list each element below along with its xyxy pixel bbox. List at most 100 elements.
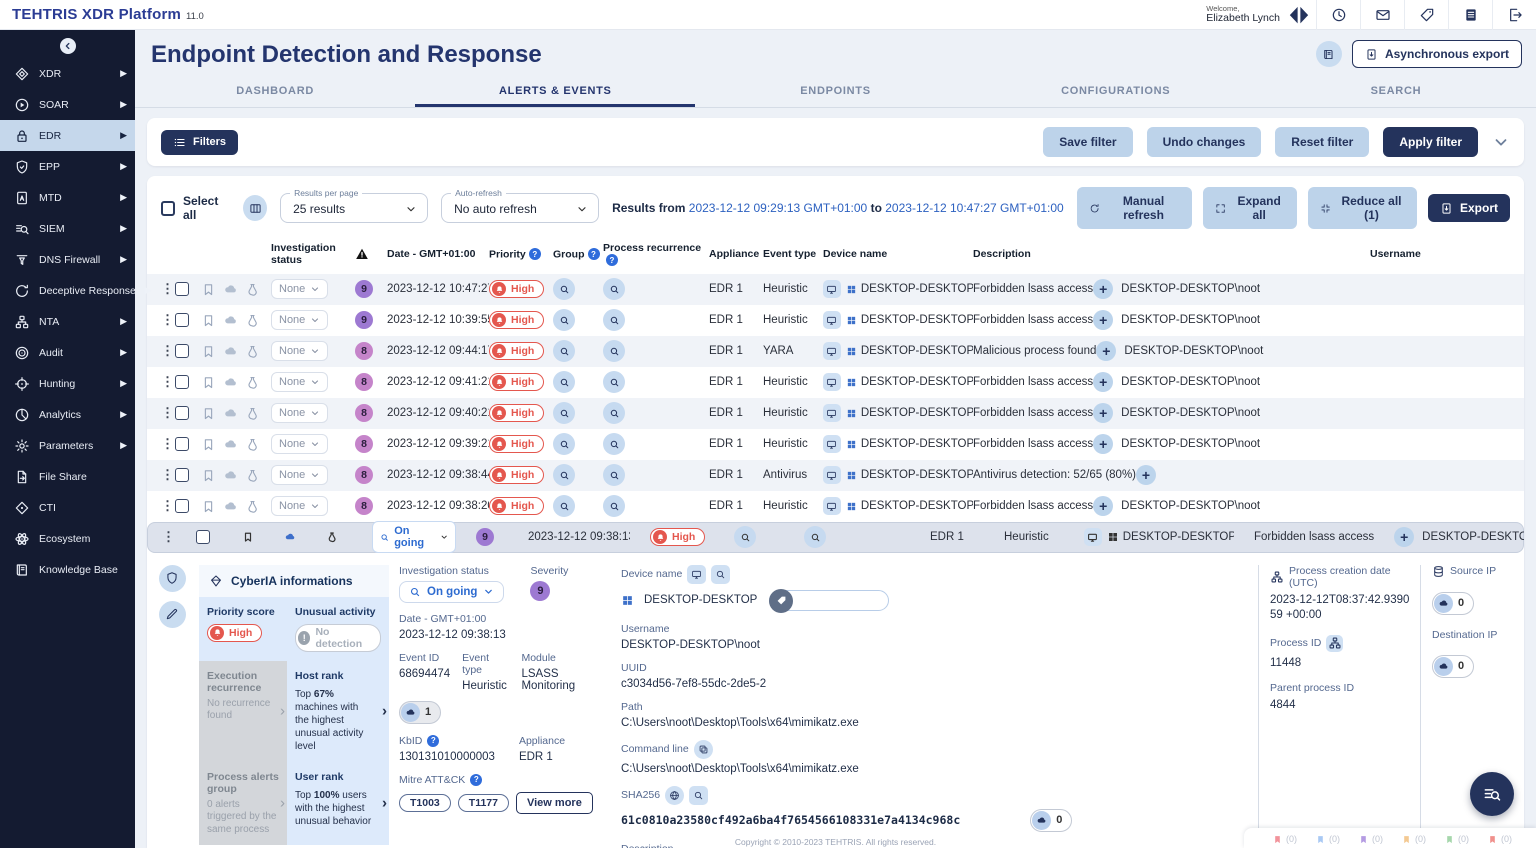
alert-row[interactable]: ⋮ None 8 2023-12-12 09:41:21 High	[147, 367, 1524, 398]
destination-ip-comments-pill[interactable]: 0	[1432, 655, 1474, 678]
sidebar-item[interactable]: DNS Firewall ▶	[0, 244, 135, 275]
comment-cloud-icon[interactable]	[223, 437, 238, 452]
comments-pill[interactable]: 1	[399, 701, 441, 724]
add-button[interactable]: +	[1394, 527, 1414, 547]
comment-cloud-icon[interactable]	[223, 375, 238, 390]
row-checkbox[interactable]	[175, 468, 189, 482]
comment-cloud-icon[interactable]	[223, 406, 238, 421]
sidebar-item[interactable]: XDR ▶	[0, 58, 135, 89]
investigation-status-select[interactable]: None	[271, 434, 328, 454]
execution-recurrence-cell[interactable]: Execution recurrence No recurrence found…	[199, 661, 287, 762]
sidebar-item[interactable]: EDR ▶	[0, 120, 135, 151]
recurrence-search-button[interactable]	[603, 402, 625, 424]
quarantine-icon[interactable]	[245, 499, 260, 514]
reduce-all-button[interactable]: Reduce all (1)	[1308, 187, 1417, 229]
hash-search-button[interactable]	[689, 786, 708, 805]
logout-icon[interactable]	[1492, 0, 1536, 30]
filters-button[interactable]: Filters	[161, 130, 238, 155]
help-icon[interactable]: ?	[606, 254, 618, 266]
tag-toggle[interactable]	[769, 590, 889, 611]
manual-refresh-button[interactable]: Manual refresh	[1077, 187, 1193, 229]
tab[interactable]: SEARCH	[1256, 77, 1536, 107]
device-view-button[interactable]	[823, 311, 841, 329]
add-button[interactable]: +	[1093, 372, 1113, 392]
row-checkbox[interactable]	[175, 282, 189, 296]
row-checkbox[interactable]	[175, 437, 189, 451]
bookmark-filter[interactable]: (0)	[1272, 834, 1297, 845]
device-view-button[interactable]	[823, 497, 841, 515]
bookmark-icon[interactable]	[201, 375, 216, 390]
select-all-checkbox[interactable]	[161, 201, 175, 216]
help-icon[interactable]: ?	[529, 248, 541, 260]
comment-cloud-icon[interactable]	[284, 531, 296, 543]
export-button[interactable]: Export	[1428, 194, 1510, 222]
undo-changes-button[interactable]: Undo changes	[1147, 127, 1262, 157]
columns-button[interactable]	[243, 195, 267, 221]
alert-row[interactable]: ⋮ None 8 2023-12-12 09:40:21 High	[147, 398, 1524, 429]
recurrence-search-button[interactable]	[603, 371, 625, 393]
source-ip-comments-pill[interactable]: 0	[1432, 592, 1474, 615]
apply-filter-button[interactable]: Apply filter	[1383, 127, 1478, 157]
bookmark-filter[interactable]: (0)	[1401, 834, 1426, 845]
alert-row[interactable]: ⋮ None 8 2023-12-12 09:39:21 High	[147, 429, 1524, 460]
device-view-button[interactable]	[823, 404, 841, 422]
recurrence-search-button[interactable]	[603, 340, 625, 362]
recurrence-search-button[interactable]	[603, 464, 625, 486]
from-date-link[interactable]: 2023-12-12 09:29:13 GMT+01:00	[689, 201, 867, 215]
expand-all-button[interactable]: Expand all	[1203, 187, 1297, 229]
sidebar-item[interactable]: Audit ▶	[0, 337, 135, 368]
row-checkbox[interactable]	[175, 313, 189, 327]
row-menu-button[interactable]: ⋮	[161, 436, 175, 452]
bookmark-icon[interactable]	[201, 468, 216, 483]
mitre-tag[interactable]: T1177	[458, 794, 509, 812]
sidebar-item[interactable]: File Share	[0, 461, 135, 492]
quarantine-icon[interactable]	[245, 313, 260, 328]
recurrence-search-button[interactable]	[804, 526, 826, 548]
to-date-link[interactable]: 2023-12-12 10:47:27 GMT+01:00	[885, 201, 1063, 215]
help-icon[interactable]: ?	[427, 735, 439, 747]
mail-icon[interactable]	[1360, 0, 1404, 30]
investigation-status-select[interactable]: None	[271, 403, 328, 423]
tab[interactable]: DASHBOARD	[135, 77, 415, 107]
sha-comments-pill[interactable]: 0	[1030, 809, 1072, 832]
row-menu-button[interactable]: ⋮	[161, 312, 175, 328]
device-view-button[interactable]	[823, 280, 841, 298]
quarantine-icon[interactable]	[245, 406, 260, 421]
row-menu-button[interactable]: ⋮	[161, 343, 175, 359]
report-icon[interactable]	[1448, 0, 1492, 30]
add-button[interactable]: +	[1136, 465, 1156, 485]
investigation-status-select[interactable]: None	[271, 372, 328, 392]
tab[interactable]: CONFIGURATIONS	[976, 77, 1256, 107]
investigation-status-select[interactable]: None	[271, 279, 328, 299]
row-checkbox[interactable]	[196, 530, 210, 544]
recurrence-search-button[interactable]	[603, 309, 625, 331]
sidebar-item[interactable]: Ecosystem	[0, 523, 135, 554]
add-button[interactable]: +	[1093, 403, 1113, 423]
shield-action-button[interactable]	[159, 565, 186, 592]
quarantine-icon[interactable]	[245, 468, 260, 483]
quarantine-icon[interactable]	[245, 437, 260, 452]
alert-row[interactable]: ⋮ None 9 2023-12-12 10:39:55 High	[147, 305, 1524, 336]
collapse-filterbar-button[interactable]	[1492, 133, 1510, 151]
brand[interactable]: TEHTRIS XDR Platform 11.0	[0, 6, 204, 23]
async-export-button[interactable]: Asynchronous export	[1352, 40, 1522, 68]
group-search-button[interactable]	[553, 495, 575, 517]
alert-row[interactable]: ⋮ None 9 2023-12-12 10:47:27 High	[147, 274, 1524, 305]
row-menu-button[interactable]: ⋮	[161, 405, 175, 421]
bookmark-filter[interactable]: (0)	[1358, 834, 1383, 845]
investigation-status-select[interactable]: None	[271, 496, 328, 516]
alert-row[interactable]: ⋮ On going 9 2023-12-12 09:38:13 H	[147, 522, 1524, 553]
bookmark-icon[interactable]	[201, 499, 216, 514]
sidebar-item[interactable]: Analytics ▶	[0, 399, 135, 430]
investigation-status-select[interactable]: None	[271, 341, 328, 361]
save-filter-button[interactable]: Save filter	[1043, 127, 1132, 157]
device-view-button[interactable]	[823, 466, 841, 484]
quarantine-icon[interactable]	[245, 344, 260, 359]
group-search-button[interactable]	[553, 433, 575, 455]
sidebar-item[interactable]: MTD ▶	[0, 182, 135, 213]
add-button[interactable]: +	[1096, 341, 1116, 361]
alert-row[interactable]: ⋮ None 8 2023-12-12 09:38:44 High	[147, 460, 1524, 491]
search-fab[interactable]	[1470, 772, 1514, 816]
sidebar-item[interactable]: EPP ▶	[0, 151, 135, 182]
recurrence-search-button[interactable]	[603, 278, 625, 300]
